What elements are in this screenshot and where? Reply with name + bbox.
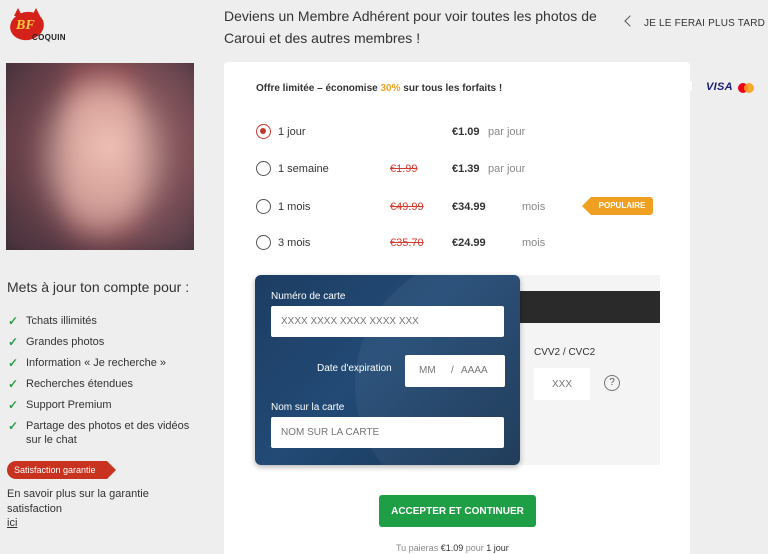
- feature-item: ✓ Information « Je recherche »: [8, 356, 167, 370]
- accept-continue-button[interactable]: ACCEPTER ET CONTINUER: [379, 495, 536, 527]
- check-icon: ✓: [8, 314, 19, 328]
- profile-photo: [6, 63, 194, 250]
- feature-item: ✓ Tchats illimités: [8, 314, 97, 328]
- plan-old-price: €35.70: [390, 237, 424, 249]
- logo-mark: BF: [16, 18, 35, 33]
- check-icon: ✓: [8, 419, 19, 433]
- feature-item: ✓ Recherches étendues: [8, 377, 134, 391]
- visa-logo: VISA: [706, 81, 733, 93]
- cvv-label: CVV2 / CVC2: [534, 347, 596, 358]
- plan-option-3-months[interactable]: 3 mois €35.70 €24.99 mois: [256, 233, 676, 253]
- card-brands: VISA: [686, 74, 768, 100]
- later-label: JE LE FERAI PLUS TARD: [644, 18, 766, 29]
- feature-item: ✓ Support Premium: [8, 398, 112, 412]
- check-icon: ✓: [8, 335, 19, 349]
- plan-old-price: €49.99: [390, 201, 424, 213]
- card-front: Numéro de carte Date d'expiration MM / A…: [255, 275, 520, 465]
- plan-option-1-week[interactable]: 1 semaine €1.99 €1.39 par jour: [256, 159, 676, 179]
- mastercard-icon: [738, 83, 754, 93]
- offer-banner: Offre limitée – économise 30% sur tous l…: [256, 83, 503, 94]
- feature-list: ✓ Tchats illimités ✓ Grandes photos ✓ Infor…: [8, 314, 198, 454]
- plan-option-1-day[interactable]: 1 jour €1.09 par jour: [256, 122, 676, 142]
- plan-price: €1.39: [452, 163, 480, 175]
- page-headline: Deviens un Membre Adhérent pour voir tou…: [224, 8, 597, 46]
- plan-label: 1 jour: [278, 126, 306, 138]
- plan-old-price: €1.99: [390, 163, 418, 175]
- card-name-input[interactable]: [271, 417, 504, 448]
- plan-price: €24.99: [452, 237, 486, 249]
- subscription-panel: Offre limitée – économise 30% sur tous l…: [224, 62, 690, 554]
- plan-price: €1.09: [452, 126, 480, 138]
- radio-button[interactable]: [256, 235, 271, 250]
- plan-unit: mois: [522, 237, 546, 249]
- expiry-separator: /: [451, 365, 454, 376]
- expiry-label: Date d'expiration: [317, 363, 392, 374]
- feature-item: ✓ Grandes photos: [8, 335, 105, 349]
- payment-summary: Tu paieras €1.09 pour 1 jour: [396, 543, 509, 553]
- satisfaction-link[interactable]: ici: [7, 517, 17, 529]
- expiry-field[interactable]: MM / AAAA: [405, 355, 505, 387]
- plan-price: €34.99: [452, 201, 486, 213]
- expiry-month-input[interactable]: MM: [419, 365, 436, 376]
- help-icon[interactable]: ?: [604, 375, 620, 391]
- plan-label: 1 mois: [278, 201, 311, 213]
- card-number-input[interactable]: [271, 306, 504, 337]
- check-icon: ✓: [8, 377, 19, 391]
- radio-button[interactable]: [256, 124, 271, 139]
- plan-label: 3 mois: [278, 237, 311, 249]
- plan-label: 1 semaine: [278, 163, 329, 175]
- upgrade-title: Mets à jour ton compte pour :: [7, 279, 190, 295]
- card-number-label: Numéro de carte: [271, 291, 346, 302]
- site-logo[interactable]: BF COQUIN: [6, 8, 68, 48]
- radio-button[interactable]: [256, 199, 271, 214]
- cvv-input[interactable]: [534, 368, 590, 400]
- plan-unit: par jour: [488, 163, 526, 175]
- later-button[interactable]: JE LE FERAI PLUS TARD: [624, 15, 766, 29]
- chevron-left-icon: [624, 15, 636, 27]
- radio-button[interactable]: [256, 161, 271, 176]
- satisfaction-badge: Satisfaction garantie: [7, 461, 116, 479]
- check-icon: ✓: [8, 356, 19, 370]
- plan-unit: mois: [522, 201, 546, 213]
- satisfaction-text: En savoir plus sur la garantie satisfact…: [7, 488, 149, 515]
- logo-name: COQUIN: [32, 33, 66, 42]
- popular-badge: POPULAIRE: [582, 197, 654, 215]
- card-name-label: Nom sur la carte: [271, 402, 345, 413]
- check-icon: ✓: [8, 398, 19, 412]
- expiry-year-input[interactable]: AAAA: [461, 365, 488, 376]
- feature-item: ✓ Partage des photos et des vidéos sur le…: [8, 419, 190, 446]
- plan-unit: par jour: [488, 126, 526, 138]
